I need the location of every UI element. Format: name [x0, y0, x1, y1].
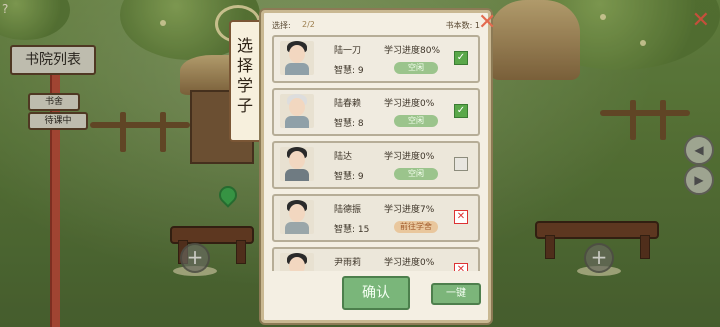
student-portrait: [280, 147, 314, 181]
select-students-title-tag: 选择学子: [229, 20, 265, 142]
select-checkbox[interactable]: [454, 157, 468, 171]
panel-close-icon[interactable]: ✕: [478, 10, 496, 35]
wisdom-stat: 智慧: 15: [334, 225, 370, 235]
student-portrait: [280, 41, 314, 75]
student-name: 陆达: [334, 152, 353, 162]
study-progress: 学习进度0%: [384, 152, 435, 162]
student-name: 陆德振: [334, 205, 362, 215]
wisdom-stat: 智慧: 9: [334, 172, 364, 182]
student-card[interactable]: 陆达 学习进度0% 智慧: 9 空闲: [272, 141, 480, 189]
student-portrait: [280, 253, 314, 271]
study-progress: 学习进度0%: [384, 258, 435, 268]
confirm-button[interactable]: 确认: [342, 276, 410, 310]
selected-label: 选择:: [272, 21, 291, 30]
book-count-label: 书本数: 1: [445, 21, 480, 30]
student-card[interactable]: 尹雨莉 学习进度0% ✕: [272, 247, 480, 271]
status-badge: 空闲: [394, 62, 438, 74]
select-checkbox-disabled[interactable]: ✕: [454, 263, 468, 271]
select-checkbox[interactable]: ✓: [454, 51, 468, 65]
study-progress: 学习进度80%: [384, 46, 441, 56]
student-portrait: [280, 94, 314, 128]
student-card[interactable]: 陆一刀 学习进度80% 智慧: 9 空闲 ✓: [272, 35, 480, 83]
status-badge: 空闲: [394, 115, 438, 127]
student-list[interactable]: 陆一刀 学习进度80% 智慧: 9 空闲 ✓ 陆春赖 学习进度0% 智慧: 8 …: [272, 35, 480, 271]
selected-count: 2/2: [302, 20, 315, 29]
select-checkbox-disabled[interactable]: ✕: [454, 210, 468, 224]
wisdom-stat: 智慧: 9: [334, 66, 364, 76]
student-name: 陆一刀: [334, 46, 362, 56]
one-key-button[interactable]: 一键: [431, 283, 481, 305]
status-badge: 前往学舍: [394, 221, 438, 233]
panel-header: 选择: 2/2 书本数: 1: [272, 17, 480, 33]
wisdom-stat: 智慧: 8: [334, 119, 364, 129]
student-name: 陆春赖: [334, 99, 362, 109]
student-portrait: [280, 200, 314, 234]
student-card[interactable]: 陆春赖 学习进度0% 智慧: 8 空闲 ✓: [272, 88, 480, 136]
student-card[interactable]: 陆德振 学习进度7% 智慧: 15 前往学舍 ✕: [272, 194, 480, 242]
select-checkbox[interactable]: ✓: [454, 104, 468, 118]
study-progress: 学习进度7%: [384, 205, 435, 215]
status-badge: 空闲: [394, 168, 438, 180]
study-progress: 学习进度0%: [384, 99, 435, 109]
student-name: 尹雨莉: [334, 258, 362, 268]
panel-title: 选择学子: [237, 36, 254, 115]
